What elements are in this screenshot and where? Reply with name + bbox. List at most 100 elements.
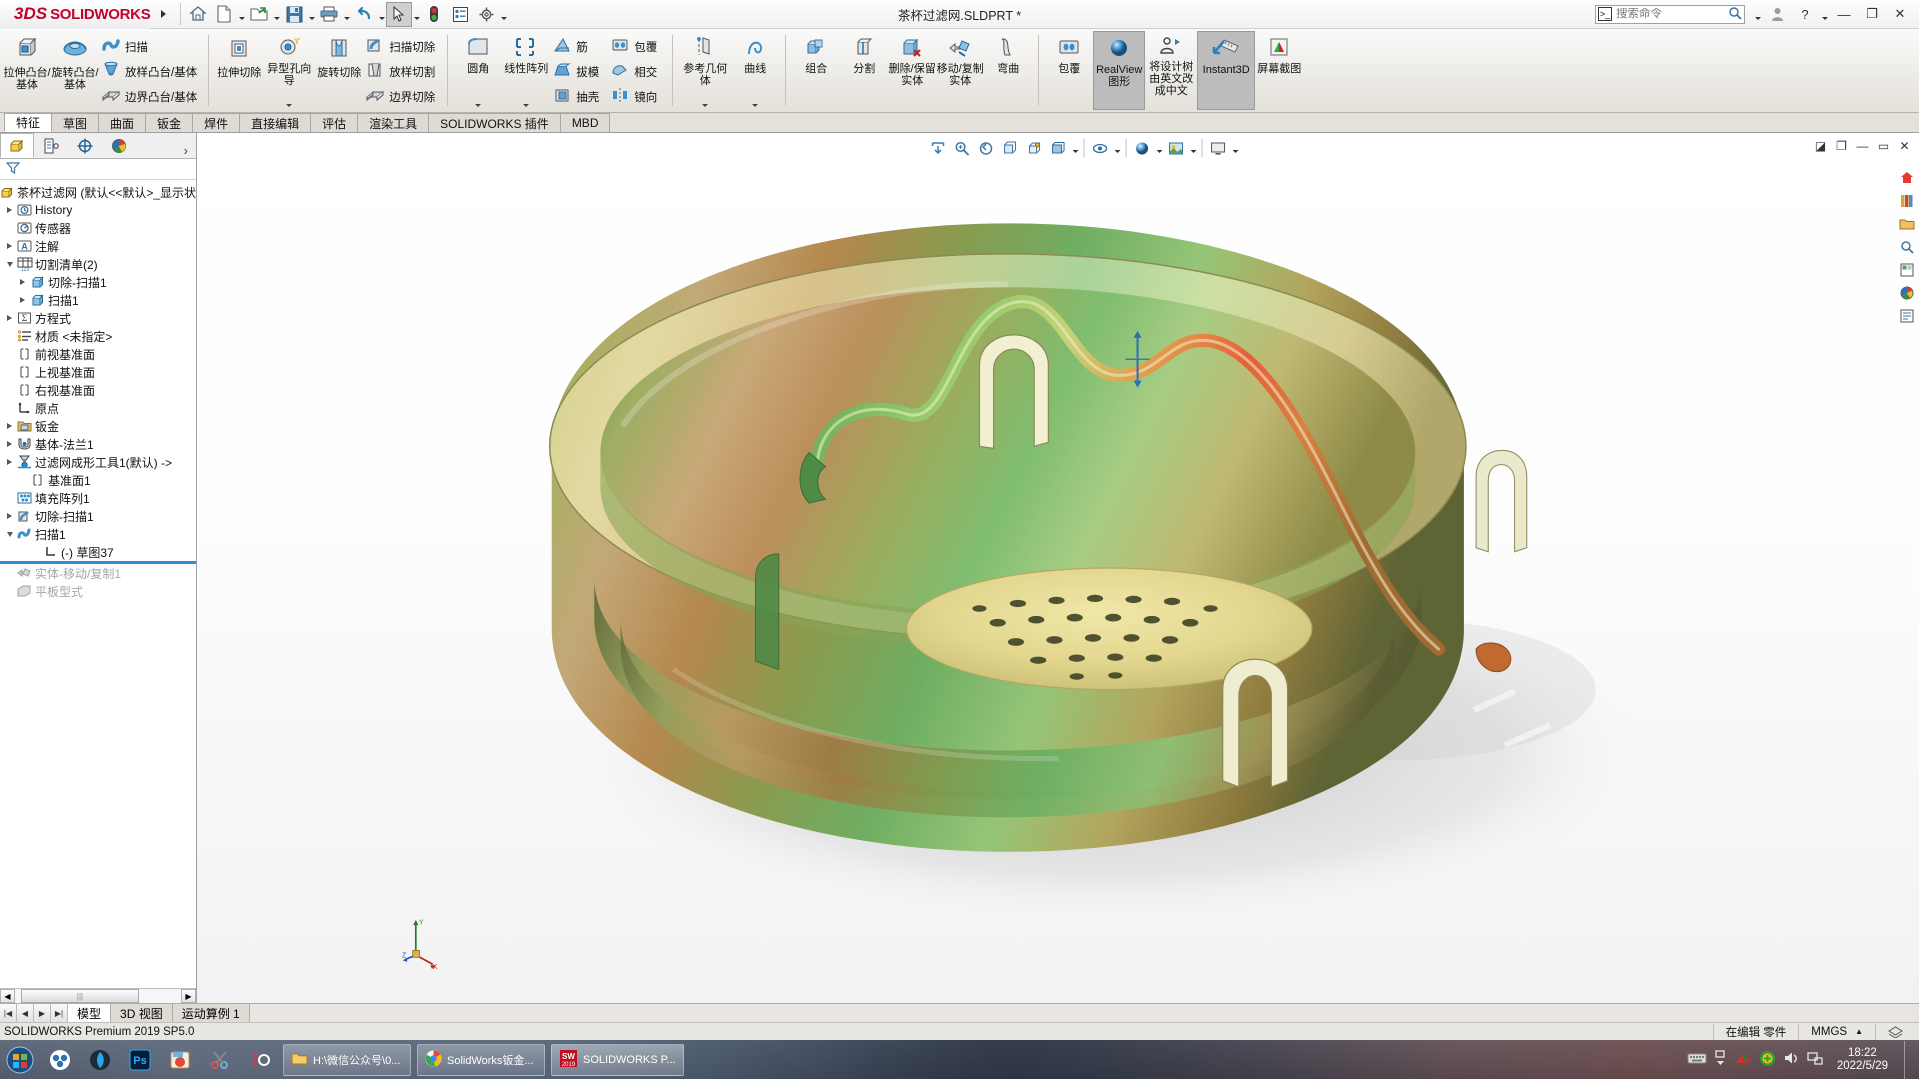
volume-icon[interactable] [1783,1051,1800,1069]
graphics-viewport[interactable]: ◪ ❐ — ▭ ✕ Y X Z [197,133,1919,1003]
tree-item-基体-法兰1[interactable]: 基体-法兰1 [0,435,196,453]
view-settings-caret[interactable] [1231,137,1240,159]
hide-show-caret[interactable] [1113,137,1122,159]
filter-input[interactable] [23,163,193,175]
display-style-button[interactable] [1047,137,1070,159]
tree-twist-down[interactable] [3,531,16,537]
restore-button[interactable]: ❐ [1859,2,1885,26]
flag-icon[interactable] [1734,1051,1752,1068]
section-view-button[interactable] [999,137,1022,159]
tree-horizontal-scrollbar[interactable]: ◀ ||| ▶ [0,988,196,1003]
save-button[interactable] [281,2,307,27]
view-settings-button[interactable] [1207,137,1230,159]
status-overlay-icon[interactable] [1875,1023,1915,1040]
split-button[interactable]: 分割 [840,31,888,110]
display-manager-tab[interactable] [102,133,136,158]
chevron-right-icon[interactable]: › [184,143,196,158]
open-document-button[interactable] [246,2,272,27]
home-button[interactable] [185,2,211,27]
property-manager-tab[interactable] [34,133,68,158]
tree-twist-right[interactable] [3,315,16,321]
hole-wizard-button[interactable]: 异型孔向导 [263,31,315,110]
custom-properties-button[interactable] [1896,305,1918,326]
view-palette-panel-button[interactable] [1896,259,1918,280]
tab-weldments[interactable]: 焊件 [192,113,241,132]
revolve-cut-button[interactable]: 旋转切除 [315,31,363,110]
doc-prev-button[interactable]: ❐ [1833,137,1850,154]
apply-scene-button[interactable] [1165,137,1188,159]
tree-item-填充阵列1[interactable]: 填充阵列1 [0,489,196,507]
tree-item-材质未指定[interactable]: 材质 <未指定> [0,327,196,345]
status-units[interactable]: MMGS ▲ [1798,1023,1875,1040]
nav-last-button[interactable]: ▶| [51,1004,68,1022]
reference-geometry-button[interactable]: 参考几何体 [679,31,731,110]
boundary-boss-button[interactable]: 边界凸台/基体 [99,84,202,109]
translate-tree-button[interactable]: 将设计树由英文改成中文 [1145,31,1197,110]
undo-caret[interactable] [377,2,386,27]
scene-caret[interactable] [1189,137,1198,159]
minimize-button[interactable]: — [1831,2,1857,26]
view-palette-button[interactable] [1896,167,1918,188]
feature-filter-bar[interactable] [0,159,196,180]
tree-item-基准面1[interactable]: 基准面1 [0,471,196,489]
select-button[interactable] [386,1,412,27]
tree-item-扫描1[interactable]: 扫描1 [0,291,196,309]
scroll-left-arrow[interactable]: ◀ [0,989,15,1003]
tree-item-实体-移动复制1[interactable]: 实体-移动/复制1 [0,564,196,582]
doc-minimize-button[interactable]: — [1854,137,1871,154]
taskbar-icon-media[interactable] [160,1041,200,1079]
flex-button[interactable]: 弯曲 [984,31,1032,110]
print-button[interactable] [316,2,342,27]
tab-sheetmetal[interactable]: 钣金 [145,113,194,132]
tab-mbd[interactable]: MBD [559,113,611,132]
tree-item-右视基准面[interactable]: 右视基准面 [0,381,196,399]
tree-item-钣金[interactable]: 钣金 [0,417,196,435]
mirror-button[interactable]: 镜向 [608,84,666,109]
tab-sketch[interactable]: 草图 [51,113,100,132]
search-icon[interactable] [1728,6,1742,23]
tree-twist-right[interactable] [3,207,16,213]
tab-solidworks-addins[interactable]: SOLIDWORKS 插件 [428,113,561,132]
help-caret[interactable] [1820,2,1829,27]
tab-direct-editing[interactable]: 直接编辑 [239,113,312,132]
screen-capture-button[interactable]: 屏幕截图 [1255,31,1303,110]
new-document-caret[interactable] [237,2,246,27]
file-properties-button[interactable] [447,2,473,27]
tree-item-原点[interactable]: 原点 [0,399,196,417]
zoom-fit-button[interactable] [927,137,950,159]
fillet-button[interactable]: 圆角 [454,31,502,110]
extrude-boss-button[interactable]: 拉伸凸台/基体 [3,31,51,110]
tree-item-扫描1[interactable]: 扫描1 [0,525,196,543]
draft-button[interactable]: 拔模 [550,59,608,84]
doc-maximize-button[interactable]: ▭ [1875,137,1892,154]
nav-first-button[interactable]: |◀ [0,1004,17,1022]
rib-button[interactable]: 筋 [550,34,608,59]
tab-features[interactable]: 特征 [4,113,53,132]
scroll-right-arrow[interactable]: ▶ [181,989,196,1003]
show-desktop-button[interactable] [1904,1040,1913,1079]
doc-close-button[interactable]: ✕ [1896,137,1913,154]
print-caret[interactable] [342,2,351,27]
extrude-cut-button[interactable]: 拉伸切除 [215,31,263,110]
account-icon[interactable] [1764,2,1790,26]
taskbar-icon-ok[interactable] [240,1041,280,1079]
loft-cut-button[interactable]: 放样切割 [363,59,441,84]
tree-item--草图37[interactable]: (-) 草图37 [0,543,196,561]
tree-twist-right[interactable] [3,513,16,519]
appearance-caret[interactable] [1155,137,1164,159]
instant3d-button[interactable]: Instant3D [1197,31,1256,110]
sweep-cut-button[interactable]: 扫描切除 [363,34,441,59]
rebuild-button[interactable] [421,2,447,27]
hole-wizard-caret[interactable] [286,104,293,110]
close-button[interactable]: ✕ [1887,2,1913,26]
tree-twist-right[interactable] [16,297,29,303]
appearances-button[interactable] [1896,282,1918,303]
nav-next-button[interactable]: ▶ [34,1004,51,1022]
tree-item-注解[interactable]: A 注解 [0,237,196,255]
nav-prev-button[interactable]: ◀ [17,1004,34,1022]
search-caret[interactable] [1753,2,1762,27]
help-button[interactable]: ? [1792,2,1818,26]
update-icon[interactable] [1759,1050,1776,1070]
tree-item-上视基准面[interactable]: 上视基准面 [0,363,196,381]
bottom-tab-motion-study[interactable]: 运动算例 1 [172,1004,250,1022]
